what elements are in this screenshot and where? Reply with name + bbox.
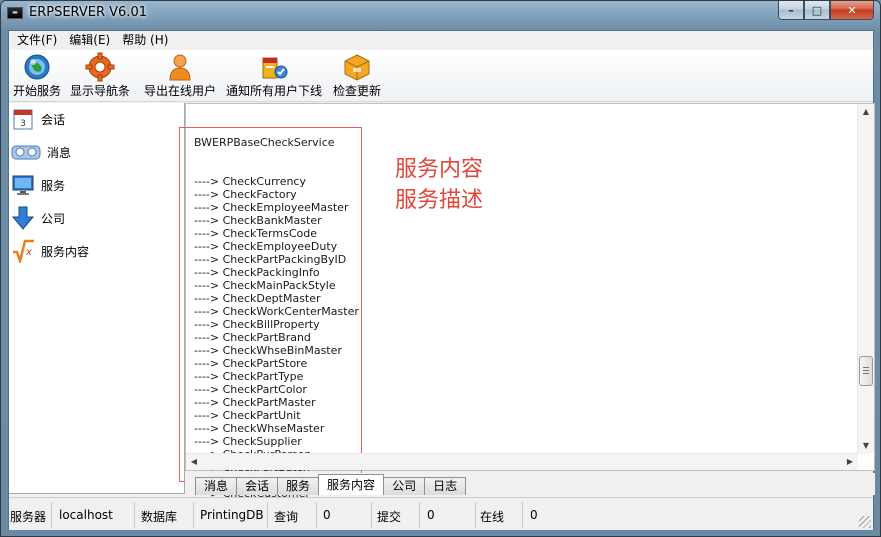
sidebar-item-label: 消息 [47, 145, 72, 160]
grip-line [863, 370, 869, 371]
maximize-button[interactable]: □ [804, 1, 830, 20]
status-query-value: 0 [323, 508, 331, 522]
tab-messages[interactable]: 消息 [195, 477, 238, 495]
scroll-thumb[interactable] [859, 356, 873, 386]
tab-company[interactable]: 公司 [383, 477, 426, 495]
tab-log[interactable]: 日志 [424, 477, 467, 495]
sidebar-item-label: 服务 [41, 178, 66, 193]
app-icon: ▬ [7, 7, 23, 19]
status-divider [316, 502, 317, 528]
nav-sidebar: 3 会话 消息 服务 公司 x 服务内容 [9, 103, 185, 494]
status-server-value: localhost [59, 508, 113, 522]
scroll-left-arrow-icon[interactable]: ◀ [186, 454, 202, 470]
status-query-label: 查询 [274, 510, 299, 524]
user-icon [165, 52, 195, 82]
client-area: 文件(F) 编辑(E) 帮助 (H) 开始服务 显示导航条 导出在线用户 通知所… [8, 30, 875, 530]
minimize-button[interactable]: – [778, 1, 804, 20]
status-divider [134, 502, 135, 528]
status-server-label: 服务器 [10, 510, 47, 524]
title-bar[interactable]: ▬ ERPSERVER V6.01 – □ ✕ [1, 1, 880, 29]
sidebar-item-service[interactable]: 服务 [11, 173, 65, 197]
show-nav-button[interactable]: 显示导航条 [67, 52, 133, 100]
status-submit-label: 提交 [377, 510, 402, 524]
sidebar-item-session[interactable]: 3 会话 [11, 107, 65, 131]
annotation-text: 服务内容 服务描述 [395, 154, 483, 216]
grip-line [863, 367, 869, 368]
check-update-label: 检查更新 [332, 84, 381, 98]
start-service-label: 开始服务 [12, 84, 61, 98]
function-icon: x [11, 239, 35, 266]
vertical-scrollbar[interactable]: ▲ ▼ [857, 104, 874, 454]
menu-help[interactable]: 帮助 (H) [116, 32, 174, 49]
status-divider [475, 502, 476, 528]
sidebar-item-messages[interactable]: 消息 [11, 140, 71, 164]
show-nav-label: 显示导航条 [69, 84, 130, 98]
close-button[interactable]: ✕ [830, 1, 874, 20]
status-divider [419, 502, 420, 528]
status-online-value: 0 [530, 508, 538, 522]
status-divider [51, 502, 52, 528]
status-divider [371, 502, 372, 528]
notify-all-offline-button[interactable]: 通知所有用户下线 [224, 52, 324, 100]
export-online-users-label: 导出在线用户 [143, 84, 216, 98]
status-db-value: PrintingDB [200, 508, 264, 522]
status-divider [193, 502, 194, 528]
check-update-button[interactable]: 检查更新 [329, 52, 385, 100]
menu-edit[interactable]: 编辑(E) [63, 32, 116, 49]
warning-icon [259, 52, 289, 82]
grip-line [863, 373, 869, 374]
tab-service-content[interactable]: 服务内容 [318, 474, 385, 495]
sidebar-item-label: 公司 [41, 211, 66, 226]
tab-service[interactable]: 服务 [277, 477, 320, 495]
scroll-down-arrow-icon[interactable]: ▼ [858, 438, 874, 454]
resize-grip[interactable] [859, 516, 871, 528]
app-window: ▬ ERPSERVER V6.01 – □ ✕ 文件(F) 编辑(E) 帮助 (… [0, 0, 881, 537]
status-online-label: 在线 [480, 510, 505, 524]
window-controls: – □ ✕ [778, 1, 874, 21]
start-service-button[interactable]: 开始服务 [11, 52, 63, 100]
status-db-label: 数据库 [141, 510, 178, 524]
tab-session[interactable]: 会话 [236, 477, 279, 495]
package-icon [342, 52, 372, 82]
svg-text:3: 3 [20, 119, 26, 129]
window-title: ERPSERVER V6.01 [29, 5, 147, 20]
calendar-icon: 3 [11, 107, 35, 131]
annotation-line-2: 服务描述 [395, 188, 484, 213]
globe-icon [22, 52, 52, 82]
notify-all-offline-label: 通知所有用户下线 [225, 84, 322, 98]
highlight-box [179, 127, 362, 482]
gear-icon [85, 52, 115, 82]
menu-bar: 文件(F) 编辑(E) 帮助 (H) [9, 31, 873, 50]
toolbar: 开始服务 显示导航条 导出在线用户 通知所有用户下线 检查更新 [9, 50, 873, 102]
svg-text:x: x [25, 247, 32, 258]
chat-icon [11, 140, 41, 164]
sidebar-item-service-content[interactable]: x 服务内容 [11, 239, 90, 266]
status-bar: 服务器 localhost 数据库 PrintingDB 查询 0 提交 0 在… [9, 497, 873, 530]
horizontal-scrollbar[interactable]: ◀ ▶ [186, 453, 858, 470]
status-divider [522, 502, 523, 528]
sidebar-item-company[interactable]: 公司 [11, 206, 65, 230]
status-divider [267, 502, 268, 528]
service-content-panel[interactable]: BWERPBaseCheckService ----> CheckCurrenc… [179, 103, 875, 500]
export-online-users-button[interactable]: 导出在线用户 [141, 52, 219, 100]
monitor-icon [11, 173, 35, 197]
scroll-right-arrow-icon[interactable]: ▶ [842, 454, 858, 470]
menu-file[interactable]: 文件(F) [11, 32, 63, 49]
arrow-down-icon [11, 206, 35, 230]
scroll-up-arrow-icon[interactable]: ▲ [858, 104, 874, 120]
bottom-tabs: 消息 会话 服务 服务内容 公司 日志 [185, 473, 875, 495]
annotation-line-1: 服务内容 [395, 157, 484, 182]
status-submit-value: 0 [427, 508, 435, 522]
sidebar-item-label: 服务内容 [41, 244, 90, 259]
sidebar-item-label: 会话 [41, 112, 66, 127]
